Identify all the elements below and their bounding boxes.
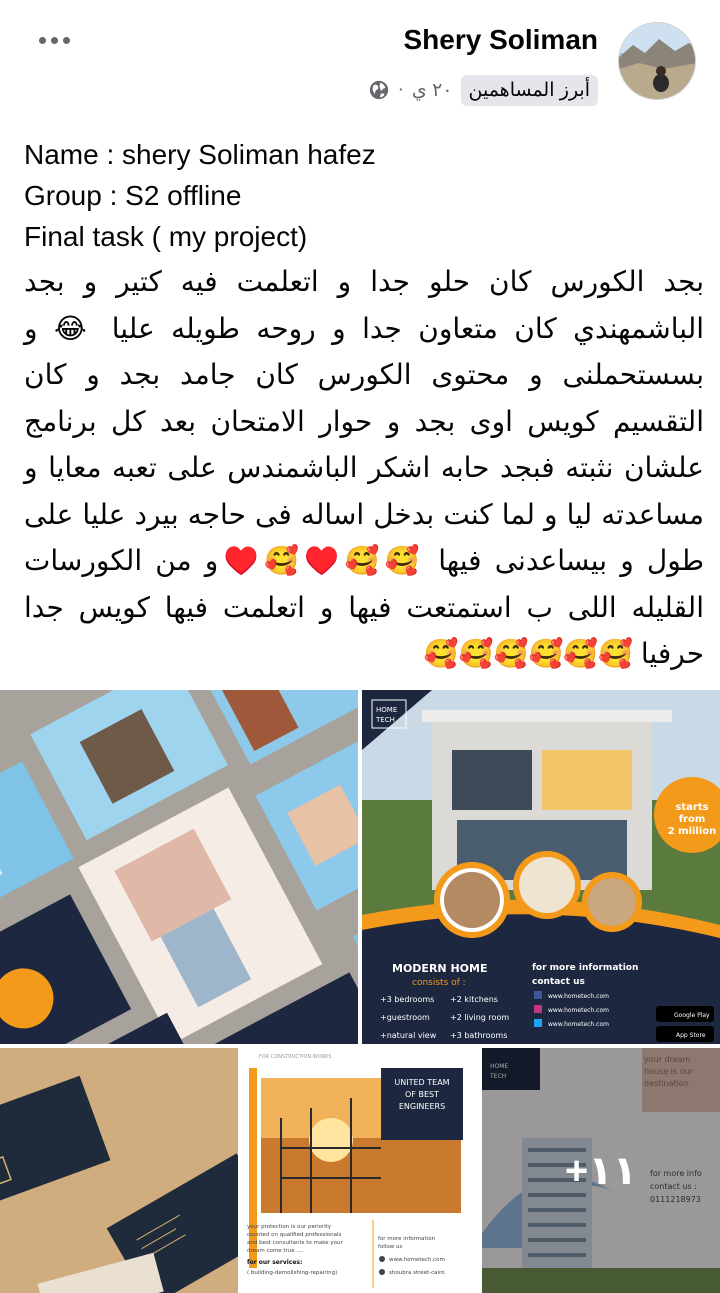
- post-body-part: بجد الكورس كان حلو جدا و اتعلمت فيه كتير…: [24, 266, 705, 344]
- more-photos-overlay[interactable]: +١١: [482, 1048, 720, 1293]
- laughing-emoji: 😂: [45, 311, 96, 345]
- poster-consists-of: consists of :: [412, 978, 466, 988]
- poster-team-line: OF BEST: [405, 1090, 439, 1099]
- post-task-line: Final task ( my project): [24, 221, 308, 252]
- app-store-label: App Store: [676, 1032, 706, 1039]
- poster-from: from: [679, 814, 706, 825]
- post-time[interactable]: ٢٠ ي: [412, 79, 453, 102]
- post-photo-3[interactable]: [0, 1048, 238, 1293]
- post-photo-2[interactable]: HOME TECH starts from 2 miilion MODERN H…: [362, 690, 720, 1044]
- poster-services: for our services:: [247, 1259, 302, 1266]
- post-meta: أبرز المساهمين ٢٠ ي ·: [368, 72, 598, 108]
- poster-address: shoubra street-cairo: [389, 1270, 445, 1276]
- author-name[interactable]: Shery Soliman: [403, 24, 598, 56]
- poster-follow: follow us: [378, 1244, 402, 1250]
- poster-site: www.hometech.com: [389, 1257, 445, 1263]
- love-emoji-group: 🥰🥰♥️🥰♥️: [218, 544, 426, 577]
- business-cards-image: [0, 1048, 238, 1293]
- post-body: بجد الكورس كان حلو جدا و اتعلمت فيه كتير…: [24, 259, 704, 678]
- poster-link: www.hometech.com: [548, 1021, 609, 1028]
- poster-feature: +guestroom: [380, 1013, 430, 1022]
- post-header: Shery Soliman أبرز المساهمين ٢٠ ي ·: [0, 0, 720, 118]
- more-options-button[interactable]: [34, 26, 74, 54]
- love-emoji-group: 🥰🥰🥰🥰🥰🥰: [423, 637, 634, 670]
- poster-feature: +2 kitchens: [450, 995, 498, 1004]
- poster-link: www.hometech.com: [548, 1007, 609, 1014]
- poster-more-info: for more information: [532, 963, 638, 973]
- svg-text:TECH: TECH: [375, 716, 395, 724]
- poster-copy: your protection is our periority: [247, 1224, 332, 1230]
- modern-home-poster-image: HOME TECH starts from 2 miilion MODERN H…: [362, 690, 720, 1044]
- more-dot-icon: [38, 36, 46, 44]
- poster-feature: +3 bathrooms: [450, 1031, 507, 1040]
- poster-modern-home: MODERN HOME: [392, 962, 487, 975]
- post-group-line: Group : S2 offline: [24, 180, 242, 211]
- poster-team-line: ENGINEERS: [399, 1102, 445, 1111]
- top-contributor-badge[interactable]: أبرز المساهمين: [460, 74, 598, 106]
- avatar-photo: [619, 23, 695, 99]
- poster-brand: HOME: [376, 706, 397, 714]
- poster-copy: counted on qualified professionals: [247, 1232, 342, 1238]
- post-photo-1[interactable]: [0, 690, 358, 1044]
- poster-top-label: FOR CONSTRUCTION WORKS: [259, 1054, 332, 1060]
- post-name-line: Name : shery Soliman hafez: [24, 139, 376, 170]
- poster-feature: +natural view: [380, 1031, 437, 1040]
- poster-feature: +3 bedrooms: [380, 995, 434, 1004]
- flyers-collage-image: [0, 690, 358, 1044]
- post-photo-4[interactable]: FOR CONSTRUCTION WORKS UNITED TEAM OF BE…: [241, 1048, 479, 1293]
- poster-team-line: UNITED TEAM: [394, 1078, 449, 1087]
- globe-icon[interactable]: [368, 79, 390, 101]
- avatar[interactable]: [618, 22, 696, 100]
- construction-poster-image: FOR CONSTRUCTION WORKS UNITED TEAM OF BE…: [241, 1048, 479, 1293]
- more-dot-icon: [50, 36, 58, 44]
- poster-starts: starts: [675, 802, 708, 813]
- poster-copy: dream come true ....: [247, 1248, 304, 1254]
- poster-contact: contact us: [532, 977, 585, 987]
- poster-copy: and best consultants to make your: [247, 1240, 344, 1246]
- poster-services-list: ( building-demolishing-repairing): [247, 1270, 337, 1276]
- poster-feature: +2 living room: [450, 1013, 509, 1022]
- meta-separator: ·: [397, 79, 404, 100]
- post-body-part: و بسستحملنى و محتوى الكورس كان جامد بجد …: [24, 312, 704, 577]
- post-text: Name : shery Soliman hafez Group : S2 of…: [24, 134, 704, 678]
- poster-price: 2 miilion: [668, 826, 717, 837]
- poster-link: www.hometech.com: [548, 993, 609, 1000]
- more-dot-icon: [62, 36, 70, 44]
- more-photos-count: +١١: [564, 1148, 638, 1193]
- google-play-label: Google Play: [674, 1012, 710, 1019]
- post-photo-5[interactable]: HOME TECH your dream house is our destin…: [482, 1048, 720, 1293]
- poster-more-info: for more information: [378, 1236, 436, 1242]
